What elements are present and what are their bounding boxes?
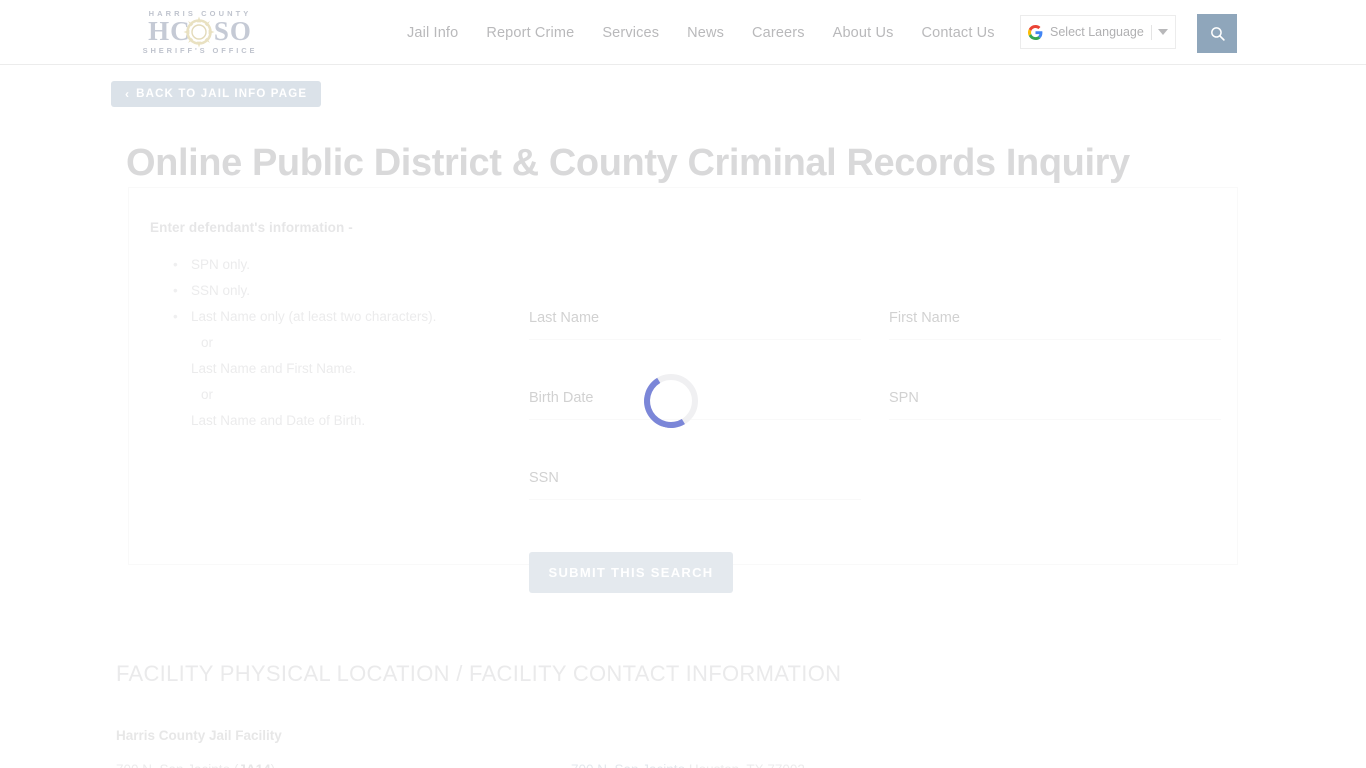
facility-code: JA14 xyxy=(238,762,270,768)
card-heading: Enter defendant's information - xyxy=(150,220,353,235)
list-item: SPN only. xyxy=(169,252,529,278)
search-button[interactable] xyxy=(1197,14,1237,53)
list-item: SSN only. xyxy=(169,278,529,304)
back-button-label: BACK TO JAIL INFO PAGE xyxy=(136,88,308,100)
last-name-field-wrap xyxy=(529,306,861,340)
spn-input[interactable] xyxy=(889,386,1221,410)
google-g-icon xyxy=(1028,24,1043,40)
nav-item-contact-us[interactable]: Contact Us xyxy=(907,25,1008,41)
sheriff-star-badge-icon xyxy=(183,16,215,48)
hcso-logo[interactable]: HARRIS COUNTY HC SO SHERIFF'S OFFICE xyxy=(126,7,274,57)
first-name-field-wrap xyxy=(889,306,1221,340)
spinner-arc xyxy=(638,368,704,434)
facility-city-state-zip: Houston, TX 77002 xyxy=(685,762,805,768)
language-selector-label: Select Language xyxy=(1050,25,1144,39)
facility-address-prefix: 700 N. San Jacinto ( xyxy=(116,762,238,768)
language-selector-divider xyxy=(1151,24,1152,40)
table-row: 700 N. San Jacinto Houston, TX 77002 xyxy=(571,762,805,768)
language-selector[interactable]: Select Language xyxy=(1020,15,1176,49)
chevron-down-icon[interactable] xyxy=(1158,29,1168,35)
spn-field-wrap xyxy=(889,386,1221,420)
nav-item-report-crime[interactable]: Report Crime xyxy=(472,25,588,41)
facility-section-heading: FACILITY PHYSICAL LOCATION / FACILITY CO… xyxy=(116,661,842,686)
logo-bottom-text: SHERIFF'S OFFICE xyxy=(142,46,258,55)
facility-address-suffix: ) xyxy=(271,762,276,768)
chevron-left-icon: ‹ xyxy=(125,87,131,101)
search-icon xyxy=(1210,27,1225,41)
facility-map-link[interactable]: 700 N. San Jacinto xyxy=(571,762,685,768)
list-item: Last Name and First Name. xyxy=(191,361,357,376)
nav-item-news[interactable]: News xyxy=(673,25,738,41)
nav-item-services[interactable]: Services xyxy=(588,25,673,41)
table-row: 700 N. San Jacinto (JA14) xyxy=(116,762,275,768)
nav-item-about-us[interactable]: About Us xyxy=(819,25,908,41)
list-item-or: or xyxy=(201,335,214,350)
nav-item-careers[interactable]: Careers xyxy=(738,25,819,41)
list-item: Last Name only (at least two characters)… xyxy=(169,304,529,330)
facility-name: Harris County Jail Facility xyxy=(116,728,282,743)
list-item: Last Name and Date of Birth. xyxy=(191,413,366,428)
main-navigation: Jail Info Report Crime Services News Car… xyxy=(393,0,1009,65)
nav-item-jail-info[interactable]: Jail Info xyxy=(393,25,472,41)
ssn-input[interactable] xyxy=(529,466,861,490)
page-title: Online Public District & County Criminal… xyxy=(126,142,1130,185)
loading-spinner xyxy=(638,368,704,434)
search-instructions-list: SPN only. SSN only. Last Name only (at l… xyxy=(169,252,529,434)
ssn-field-wrap xyxy=(529,466,861,500)
first-name-input[interactable] xyxy=(889,306,1221,330)
submit-search-button[interactable]: SUBMIT THIS SEARCH xyxy=(529,552,733,593)
back-to-jail-info-button[interactable]: ‹ BACK TO JAIL INFO PAGE xyxy=(111,81,322,107)
list-item-or: or xyxy=(201,387,214,402)
last-name-input[interactable] xyxy=(529,306,861,330)
site-header: HARRIS COUNTY HC SO SHERIFF'S OFFICE Jai… xyxy=(0,0,1366,65)
